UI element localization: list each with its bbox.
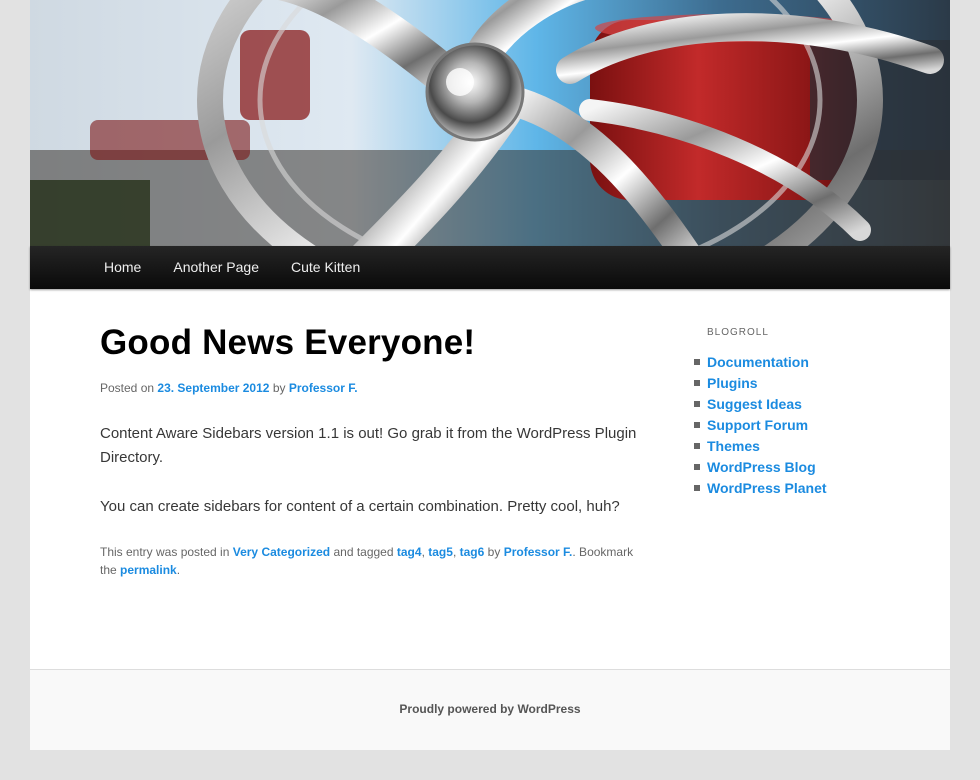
tag-link[interactable]: tag5 xyxy=(428,545,453,559)
nav-item-home[interactable]: Home xyxy=(88,246,157,289)
posted-on-label: Posted on xyxy=(100,381,155,395)
blogroll-item: WordPress Planet xyxy=(694,478,907,499)
post-meta: Posted on 23. September 2012 by Professo… xyxy=(100,381,640,395)
sidebar: Blogroll Documentation Plugins Suggest I… xyxy=(694,290,907,499)
blogroll-link-plugins[interactable]: Plugins xyxy=(707,375,758,391)
blogroll-item: Suggest Ideas xyxy=(694,394,907,415)
nav-item-another-page[interactable]: Another Page xyxy=(157,246,275,289)
end-period: . xyxy=(176,563,181,577)
entry-text: This entry was posted in xyxy=(100,545,230,559)
blogroll-item: Themes xyxy=(694,436,907,457)
blogroll-heading: Blogroll xyxy=(707,327,769,338)
post-date-link[interactable]: 23. September 2012 xyxy=(157,381,269,395)
post-paragraph: You can create sidebars for content of a… xyxy=(100,498,620,515)
site-footer: Proudly powered by WordPress xyxy=(30,669,950,750)
blogroll-link-themes[interactable]: Themes xyxy=(707,438,760,454)
page: Home Another Page Cute Kitten Good News … xyxy=(30,0,950,750)
category-link[interactable]: Very Categorized xyxy=(233,545,330,559)
by-text: by xyxy=(487,545,501,559)
blogroll-item: Documentation xyxy=(694,352,907,373)
main-navigation: Home Another Page Cute Kitten xyxy=(30,246,950,289)
blogroll-link-documentation[interactable]: Documentation xyxy=(707,354,809,370)
bullet-icon xyxy=(694,380,700,386)
post-paragraph: Content Aware Sidebars version 1.1 is ou… xyxy=(100,425,637,466)
post-title[interactable]: Good News Everyone! xyxy=(100,323,640,363)
bullet-icon xyxy=(694,359,700,365)
blogroll-link-wordpress-blog[interactable]: WordPress Blog xyxy=(707,459,816,475)
by-label: by xyxy=(272,381,286,395)
tag-link[interactable]: tag4 xyxy=(397,545,422,559)
permalink-link[interactable]: permalink xyxy=(120,563,177,577)
bullet-icon xyxy=(694,401,700,407)
post-author-link[interactable]: Professor F. xyxy=(289,381,358,395)
tag-link[interactable]: tag6 xyxy=(460,545,485,559)
powered-by-link[interactable]: Proudly powered by WordPress xyxy=(30,702,950,716)
blogroll-item: Plugins xyxy=(694,373,907,394)
blogroll-link-wordpress-planet[interactable]: WordPress Planet xyxy=(707,480,827,496)
blogroll-item: Support Forum xyxy=(694,415,907,436)
header-image[interactable] xyxy=(30,0,950,246)
post-content: Content Aware Sidebars version 1.1 is ou… xyxy=(100,422,640,519)
entry-author-link[interactable]: Professor F. xyxy=(504,545,573,559)
blogroll-link-suggest-ideas[interactable]: Suggest Ideas xyxy=(707,396,802,412)
entry-meta: This entry was posted in Very Categorize… xyxy=(100,543,640,579)
blogroll-item: WordPress Blog xyxy=(694,457,907,478)
tag-separator: , xyxy=(421,545,425,559)
blogroll-list: Documentation Plugins Suggest Ideas Supp… xyxy=(694,352,907,499)
bullet-icon xyxy=(694,422,700,428)
bullet-icon xyxy=(694,485,700,491)
post-article: Good News Everyone! Posted on 23. Septem… xyxy=(100,290,640,579)
nav-item-cute-kitten[interactable]: Cute Kitten xyxy=(275,246,376,289)
tag-separator: , xyxy=(452,545,457,559)
bullet-icon xyxy=(694,464,700,470)
bullet-icon xyxy=(694,443,700,449)
blogroll-link-support-forum[interactable]: Support Forum xyxy=(707,417,808,433)
tagged-text: and tagged xyxy=(333,545,394,559)
